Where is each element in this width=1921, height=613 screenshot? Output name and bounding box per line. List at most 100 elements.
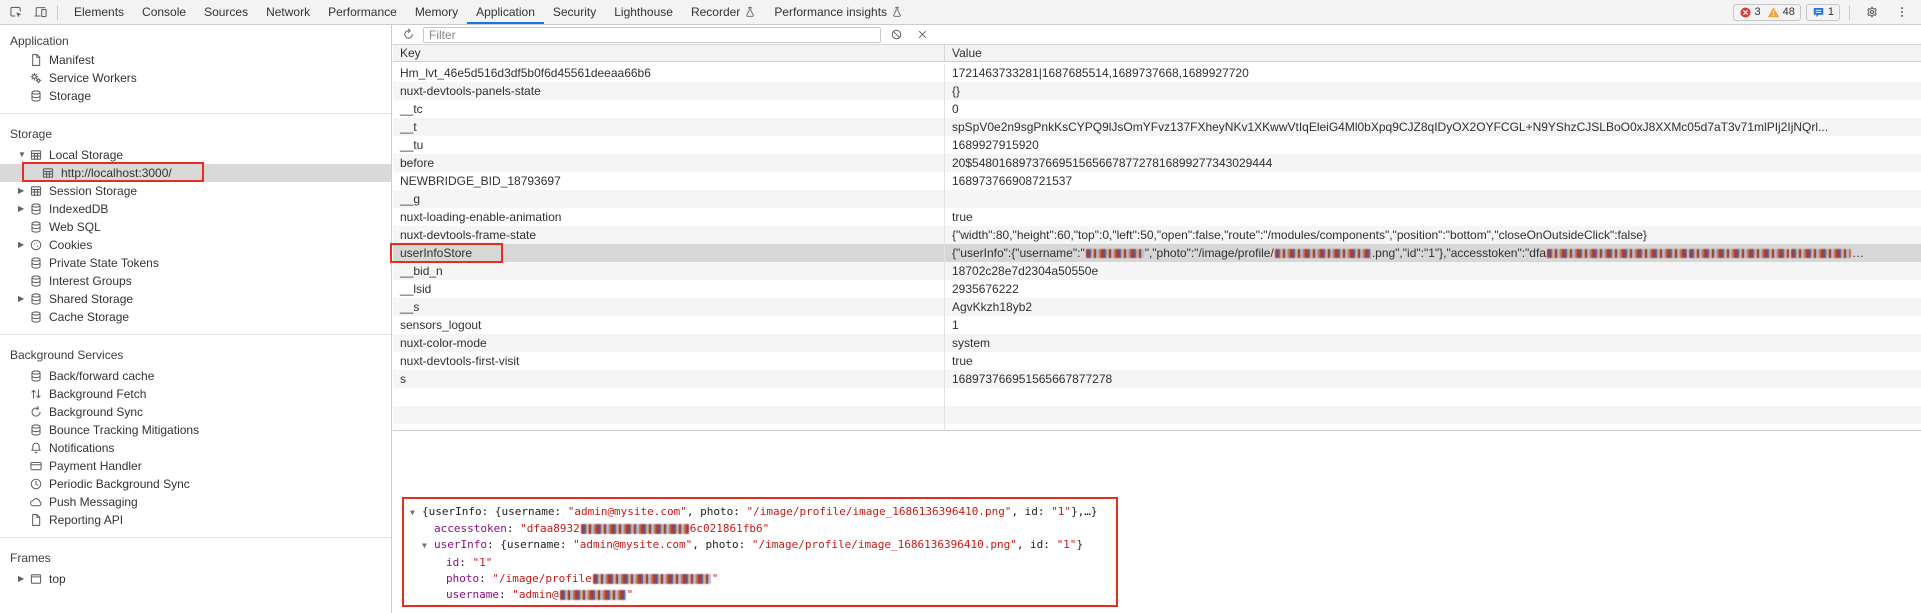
- table-row-t[interactable]: __t spSpV0e2n9sgPnkKsCYPQ9lJsOmYFvz137FXh…: [393, 118, 1921, 136]
- preview-line-5[interactable]: username: "admin@ ": [410, 587, 1108, 603]
- sidebar-item-shared-storage[interactable]: ▶ Shared Storage: [0, 290, 391, 308]
- sidebar-item-background-fetch[interactable]: Background Fetch: [0, 385, 391, 403]
- value-cell: 20$5480168973766951565667877278168992773…: [952, 156, 1273, 170]
- sidebar-item-reporting-api[interactable]: Reporting API: [0, 511, 391, 529]
- table-row-nuxt-loading-enable-animation[interactable]: nuxt-loading-enable-animation true: [393, 208, 1921, 226]
- filter-input[interactable]: [423, 26, 881, 43]
- expand-triangle-icon[interactable]: ▼: [422, 538, 434, 554]
- table-row-newbridge-bid-18793697[interactable]: NEWBRIDGE_BID_18793697 168973766908721537: [393, 172, 1921, 190]
- sidebar-item-web-sql[interactable]: Web SQL: [0, 218, 391, 236]
- column-header-value[interactable]: Value: [945, 45, 1921, 61]
- tab-memory[interactable]: Memory: [406, 0, 467, 24]
- table-row-g[interactable]: __g: [393, 190, 1921, 208]
- preview-segment-plain: , id:: [1016, 538, 1057, 552]
- tab-performance[interactable]: Performance: [319, 0, 406, 24]
- sidebar-item-private-state-tokens[interactable]: Private State Tokens: [0, 254, 391, 272]
- value-cell: 168973766951565667877278: [952, 372, 1113, 386]
- tab-recorder[interactable]: Recorder: [682, 0, 765, 24]
- expand-triangle-icon[interactable]: ▼: [410, 505, 422, 521]
- sidebar-item-cache-storage[interactable]: Cache Storage: [0, 308, 391, 326]
- tab-security[interactable]: Security: [544, 0, 605, 24]
- sidebar-item-periodic-background-sync[interactable]: Periodic Background Sync: [0, 475, 391, 493]
- tab-application[interactable]: Application: [467, 0, 544, 24]
- table-row-nuxt-devtools-frame-state[interactable]: nuxt-devtools-frame-state {"width":80,"he…: [393, 226, 1921, 244]
- chevron-right-icon[interactable]: ▶: [18, 241, 29, 249]
- gear-icon: [1865, 5, 1879, 19]
- sidebar-item-back-forward-cache[interactable]: Back/forward cache: [0, 367, 391, 385]
- preview-line-1[interactable]: accesstoken: "dfaa8932 6c021861fb6": [410, 521, 1108, 537]
- sidebar-item-service-workers[interactable]: Service Workers: [0, 69, 391, 87]
- preview-line-3[interactable]: id: "1": [410, 555, 1108, 571]
- table-row-tc[interactable]: __tc 0: [393, 100, 1921, 118]
- table-row-nuxt-color-mode[interactable]: nuxt-color-mode system: [393, 334, 1921, 352]
- section-header: Frames: [10, 551, 51, 565]
- tab-sources[interactable]: Sources: [195, 0, 257, 24]
- chevron-right-icon[interactable]: ▶: [18, 295, 29, 303]
- key-cell: [393, 406, 945, 424]
- issues-pill[interactable]: 1: [1805, 3, 1840, 21]
- error-badge[interactable]: 3: [1739, 6, 1761, 19]
- column-header-key[interactable]: Key: [393, 45, 945, 61]
- tab-elements[interactable]: Elements: [65, 0, 133, 24]
- sidebar-item-push-messaging[interactable]: Push Messaging: [0, 493, 391, 511]
- sidebar-item-http-localhost-3000[interactable]: http://localhost:3000/: [0, 164, 391, 182]
- inspect-element-button[interactable]: [3, 1, 28, 23]
- value-preview-pane: ▼ {userInfo: {username: "admin@mysite.com…: [393, 430, 1921, 613]
- table-row-hm-lvt-46e5d516d3df5b0f6d45561deeaa66b6[interactable]: Hm_lvt_46e5d516d3df5b0f6d45561deeaa66b6 1…: [393, 64, 1921, 82]
- tree-item-label: Shared Storage: [49, 292, 134, 306]
- refresh-button[interactable]: [397, 26, 419, 44]
- error-count: 3: [1754, 6, 1761, 18]
- settings-button[interactable]: [1859, 1, 1884, 23]
- clear-all-button[interactable]: [885, 26, 907, 44]
- more-options-button[interactable]: [1889, 1, 1914, 23]
- sidebar-item-cookies[interactable]: ▶ Cookies: [0, 236, 391, 254]
- sidebar-item-payment-handler[interactable]: Payment Handler: [0, 457, 391, 475]
- delete-selected-button[interactable]: [911, 26, 933, 44]
- sidebar-item-interest-groups[interactable]: Interest Groups: [0, 272, 391, 290]
- sidebar-item-indexeddb[interactable]: ▶ IndexedDB: [0, 200, 391, 218]
- tab-performance-insights[interactable]: Performance insights: [765, 0, 912, 24]
- storage-grid: Hm_lvt_46e5d516d3df5b0f6d45561deeaa66b6 1…: [393, 64, 1921, 430]
- preview-line-2[interactable]: ▼ userInfo: {username: "admin@mysite.com"…: [410, 537, 1108, 554]
- preview-segment-plain: {userInfo: {username:: [422, 505, 568, 518]
- sidebar-item-local-storage[interactable]: ▼ Local Storage: [0, 146, 391, 164]
- sidebar-item-storage[interactable]: Storage: [0, 87, 391, 105]
- sidebar-item-top[interactable]: ▶ top: [0, 570, 391, 588]
- tab-console[interactable]: Console: [133, 0, 195, 24]
- warning-badge[interactable]: 48: [1767, 6, 1795, 19]
- table-row-userinfostore[interactable]: userInfoStore {"userInfo":{"username":" ",…: [393, 244, 1921, 262]
- table-row-bid-n[interactable]: __bid_n 18702c28e7d2304a50550e: [393, 262, 1921, 280]
- preview-segment-plain: , id:: [1011, 505, 1052, 518]
- tab-network[interactable]: Network: [257, 0, 319, 24]
- preview-segment-string: 6c021861fb6": [689, 522, 770, 536]
- table-row-nuxt-devtools-panels-state[interactable]: nuxt-devtools-panels-state {}: [393, 82, 1921, 100]
- flask-icon: [891, 6, 903, 18]
- device-toolbar-button[interactable]: [28, 1, 53, 23]
- value-cell: true: [952, 354, 973, 368]
- table-row-s[interactable]: __s AgvKkzh18yb2: [393, 298, 1921, 316]
- chevron-right-icon[interactable]: ▶: [18, 205, 29, 213]
- table-row-tu[interactable]: __tu 1689927915920: [393, 136, 1921, 154]
- table-row-nuxt-devtools-first-visit[interactable]: nuxt-devtools-first-visit true: [393, 352, 1921, 370]
- chevron-right-icon[interactable]: ▶: [18, 575, 29, 583]
- chevron-right-icon[interactable]: ▶: [18, 187, 29, 195]
- table-row-s[interactable]: s 168973766951565667877278: [393, 370, 1921, 388]
- preview-line-4[interactable]: photo: "/image/profile ": [410, 571, 1108, 587]
- document-icon: [29, 513, 43, 527]
- preview-segment-plain: , photo:: [686, 505, 747, 518]
- table-row-lsid[interactable]: __lsid 2935676222: [393, 280, 1921, 298]
- chevron-down-icon[interactable]: ▼: [18, 151, 29, 159]
- value-cell: 18702c28e7d2304a50550e: [952, 264, 1099, 278]
- table-row-sensors-logout[interactable]: sensors_logout 1: [393, 316, 1921, 334]
- preview-segment-plain: :: [498, 588, 513, 602]
- table-row-before[interactable]: before 20$5480168973766951565667877278168…: [393, 154, 1921, 172]
- sidebar-item-notifications[interactable]: Notifications: [0, 439, 391, 457]
- sidebar-item-manifest[interactable]: Manifest: [0, 51, 391, 69]
- tab-lighthouse[interactable]: Lighthouse: [605, 0, 682, 24]
- column-header-key-label: Key: [400, 46, 421, 60]
- sidebar-item-bounce-tracking-mitigations[interactable]: Bounce Tracking Mitigations: [0, 421, 391, 439]
- preview-segment-string: "dfaa8932: [520, 522, 580, 536]
- preview-line-0[interactable]: ▼ {userInfo: {username: "admin@mysite.com…: [410, 504, 1108, 521]
- sidebar-item-background-sync[interactable]: Background Sync: [0, 403, 391, 421]
- sidebar-item-session-storage[interactable]: ▶ Session Storage: [0, 182, 391, 200]
